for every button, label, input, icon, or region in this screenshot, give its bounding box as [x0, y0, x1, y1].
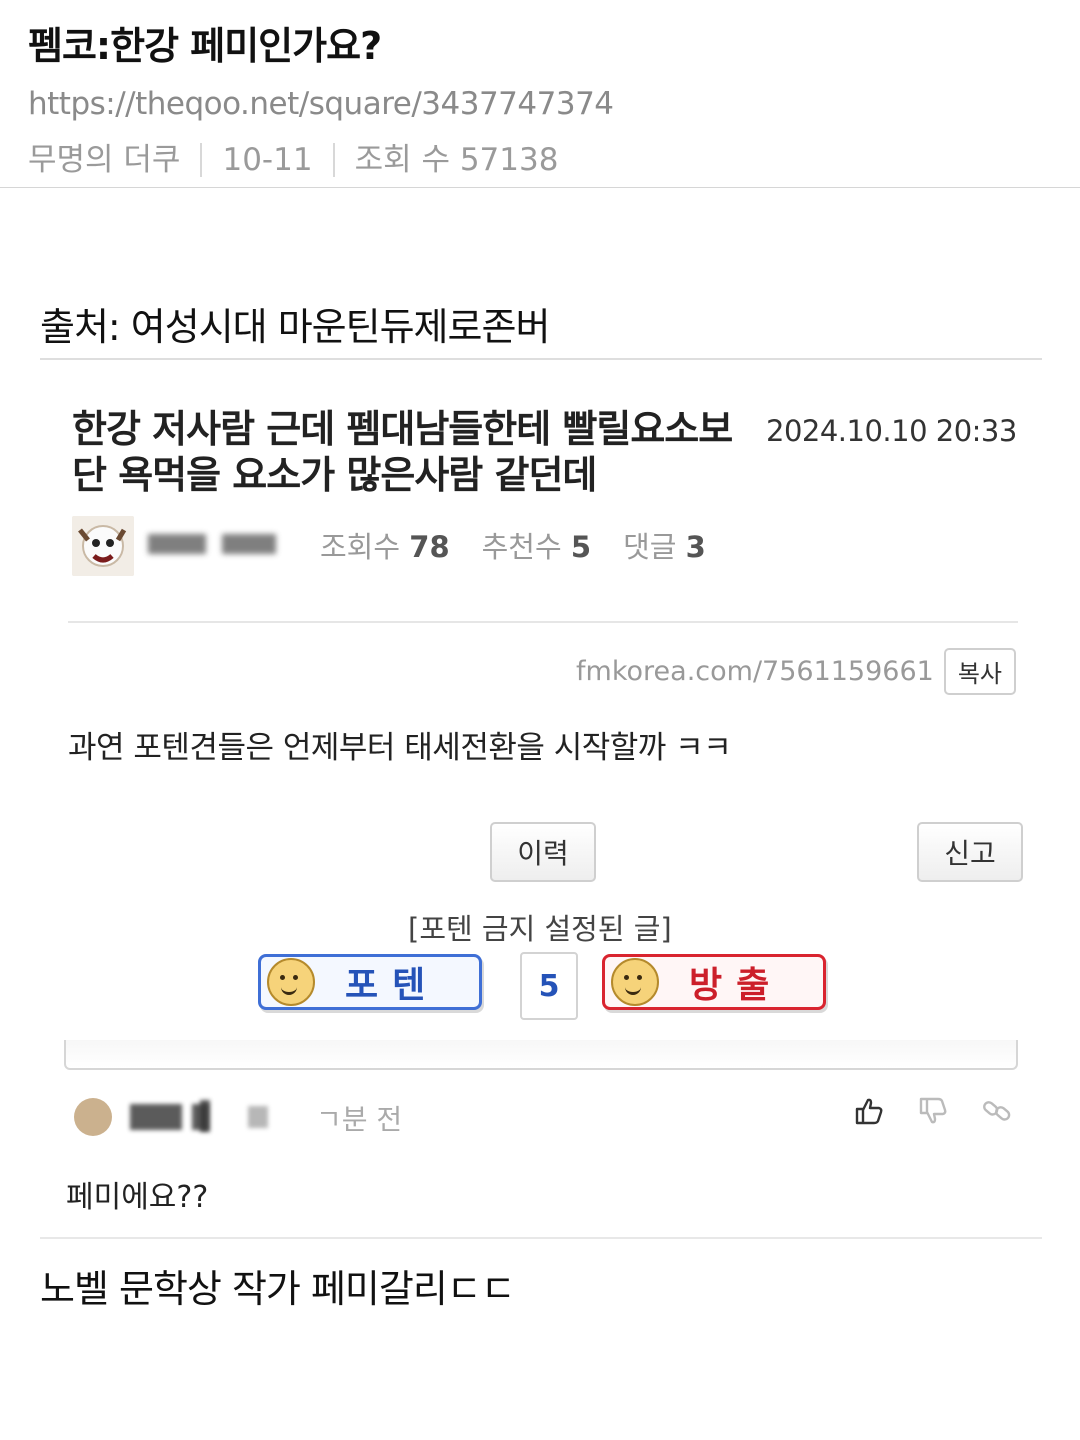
stat-views: 조회수 78 [320, 524, 450, 566]
blurred-username [200, 1100, 210, 1132]
divider [68, 621, 1018, 623]
stat-value: 5 [570, 530, 592, 564]
permalink-text[interactable]: fmkorea.com/7561159661 [576, 656, 934, 687]
link-icon[interactable] [982, 1096, 1012, 1134]
commenter-avatar [74, 1098, 112, 1136]
view-count: 조회 수 57138 [354, 142, 559, 178]
history-button[interactable]: 이력 [490, 822, 596, 882]
stat-label: 댓글 [623, 530, 677, 564]
source-line: 출처: 여성시대 마운틴듀제로존버 [40, 305, 550, 349]
meta-divider [332, 143, 335, 177]
comment-time: ㄱ분 전 [316, 1103, 403, 1136]
downvote-button[interactable]: 방출 [602, 954, 826, 1010]
thumbs-face-icon [611, 958, 659, 1006]
post-title: 펨코:한강 페미인가요? [28, 24, 382, 68]
post-meta: 무명의 더쿠 10-11 조회 수 57138 [28, 140, 1052, 180]
post-date: 10-11 [222, 142, 313, 178]
downvote-label: 방출 [689, 965, 784, 1006]
post-header: 펨코:한강 페미인가요? https://theqoo.net/square/3… [0, 0, 1080, 188]
blurred-username [148, 534, 206, 554]
thumbs-face-icon [267, 958, 315, 1006]
comment: ㄱ분 전 페미에요?? [62, 1086, 1020, 1226]
vote-count: 5 [520, 952, 578, 1020]
post-stats: 조회수 78 추천수 5 댓글 3 [320, 524, 706, 566]
permalink-row: fmkorea.com/7561159661 복사 [576, 648, 1016, 695]
stat-label: 조회수 [320, 530, 401, 564]
stat-value: 78 [409, 530, 450, 564]
ban-notice: [포텐 금지 설정된 글] [408, 912, 672, 946]
closing-text: 노벨 문학상 작가 페미갈리ㄷㄷ [40, 1267, 516, 1311]
embedded-post-body: 과연 포텐견들은 언제부터 태세전환을 시작할까 ㅋㅋ [68, 730, 732, 766]
thumbs-down-icon[interactable] [918, 1096, 948, 1134]
blurred-username [222, 534, 276, 554]
embedded-post-title: 한강 저사람 근데 펨대남들한테 빨릴요소보단 욕먹을 요소가 많은사람 같던데 [72, 407, 733, 497]
author-name: 무명의 더쿠 [28, 142, 181, 178]
upvote-button[interactable]: 포텐 [258, 954, 482, 1010]
stat-label: 추천수 [481, 530, 562, 564]
avatar [72, 516, 134, 576]
report-button[interactable]: 신고 [917, 822, 1023, 882]
comment-actions [854, 1096, 1012, 1134]
blurred-time [248, 1106, 268, 1128]
stat-recommend: 추천수 5 [482, 524, 591, 566]
embedded-screenshot: 한강 저사람 근데 펨대남들한테 빨릴요소보단 욕먹을 요소가 많은사람 같던데… [62, 384, 1023, 1074]
blurred-username [130, 1104, 182, 1130]
thumbs-up-icon[interactable] [854, 1096, 884, 1134]
stat-comments: 댓글 3 [623, 524, 706, 566]
divider [40, 358, 1042, 360]
comment-text: 페미에요?? [66, 1180, 209, 1215]
meta-divider [200, 143, 203, 177]
divider [40, 1237, 1042, 1239]
copy-button[interactable]: 복사 [943, 648, 1016, 695]
stat-value: 3 [685, 530, 706, 564]
upvote-label: 포텐 [345, 965, 440, 1006]
post-url[interactable]: https://theqoo.net/square/3437747374 [28, 84, 1052, 124]
embedded-post-date: 2024.10.10 20:33 [766, 414, 1017, 448]
comment-box-edge [64, 1040, 1018, 1070]
